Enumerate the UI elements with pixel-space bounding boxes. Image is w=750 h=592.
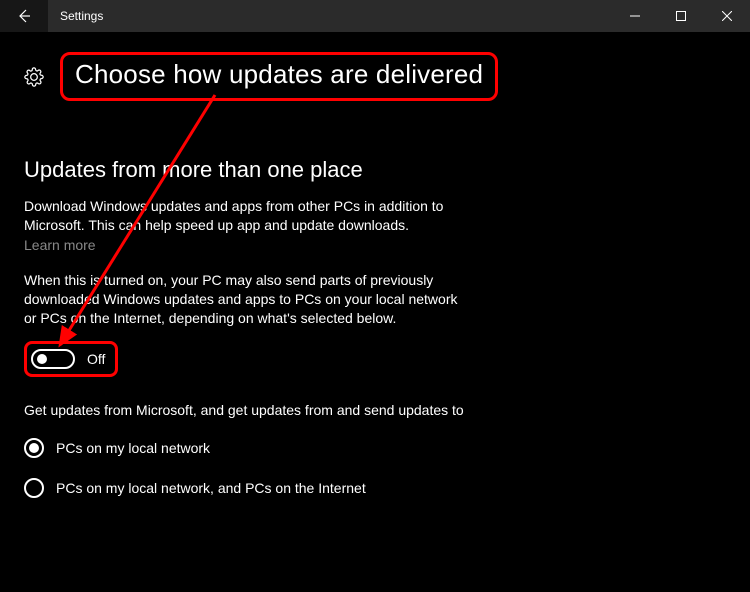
radio-circle-icon [24,478,44,498]
radio-prompt: Get updates from Microsoft, and get upda… [24,401,464,420]
header-row: Choose how updates are delivered [24,52,726,101]
maximize-icon [676,11,686,21]
close-icon [722,11,732,21]
radio-label: PCs on my local network, and PCs on the … [56,480,366,496]
toggle-knob [37,354,47,364]
radio-label: PCs on my local network [56,440,210,456]
toggle-state-label: Off [87,351,105,367]
description-1: Download Windows updates and apps from o… [24,197,464,235]
description-2: When this is turned on, your PC may also… [24,271,464,328]
back-button[interactable] [0,0,48,32]
titlebar: Settings [0,0,750,32]
maximize-button[interactable] [658,0,704,32]
toggle-row: Off [24,341,726,377]
content-area: Choose how updates are delivered Updates… [0,32,750,538]
toggle-highlight: Off [24,341,118,377]
radio-circle-icon [24,438,44,458]
section-heading: Updates from more than one place [24,157,726,183]
radio-option-internet[interactable]: PCs on my local network, and PCs on the … [24,478,726,498]
gear-icon [24,67,44,87]
window-controls [612,0,750,32]
radio-group: PCs on my local network PCs on my local … [24,438,726,498]
page-title-highlight: Choose how updates are delivered [60,52,498,101]
minimize-icon [630,11,640,21]
page-title: Choose how updates are delivered [75,59,483,90]
delivery-toggle[interactable] [31,349,75,369]
learn-more-link[interactable]: Learn more [24,237,96,253]
radio-option-local[interactable]: PCs on my local network [24,438,726,458]
close-button[interactable] [704,0,750,32]
minimize-button[interactable] [612,0,658,32]
back-arrow-icon [16,8,32,24]
window-title: Settings [60,9,103,23]
